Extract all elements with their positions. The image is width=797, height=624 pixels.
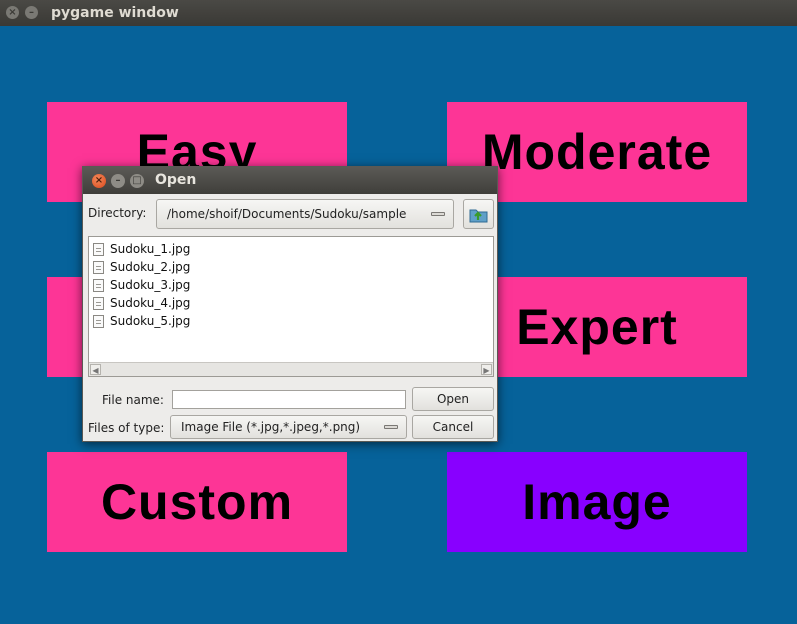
filetype-combo[interactable]: Image File (*.jpg,*.jpeg,*.png) — [170, 415, 407, 439]
dialog-titlebar: × – □ Open — [83, 167, 497, 194]
image-button[interactable]: Image — [447, 452, 747, 552]
file-name: Sudoku_5.jpg — [110, 314, 191, 328]
parent-folder-button[interactable] — [463, 199, 494, 229]
custom-button[interactable]: Custom — [47, 452, 347, 552]
filename-input[interactable] — [172, 390, 406, 409]
file-icon — [93, 260, 104, 274]
dialog-title: Open — [155, 172, 197, 188]
list-item[interactable]: Sudoku_4.jpg — [93, 294, 190, 312]
window-title: pygame window — [51, 5, 179, 21]
filetype-value: Image File (*.jpg,*.jpeg,*.png) — [181, 420, 361, 434]
dialog-close-icon[interactable]: × — [92, 174, 106, 188]
chevron-down-icon — [431, 212, 445, 216]
list-item[interactable]: Sudoku_1.jpg — [93, 240, 190, 258]
minimize-icon[interactable]: – — [25, 6, 38, 19]
file-icon — [93, 242, 104, 256]
filename-label: File name: — [102, 393, 164, 407]
file-name: Sudoku_2.jpg — [110, 260, 191, 274]
file-name: Sudoku_4.jpg — [110, 296, 191, 310]
open-dialog: × – □ Open Directory: /home/shoif/Docume… — [82, 166, 498, 442]
cancel-button[interactable]: Cancel — [412, 415, 494, 439]
scroll-right-icon[interactable]: ▶ — [481, 364, 492, 375]
directory-combo[interactable]: /home/shoif/Documents/Sudoku/sample — [156, 199, 454, 229]
file-icon — [93, 314, 104, 328]
horizontal-scrollbar[interactable]: ◀ ▶ — [89, 362, 493, 376]
file-name: Sudoku_1.jpg — [110, 242, 191, 256]
file-icon — [93, 296, 104, 310]
dialog-minimize-icon[interactable]: – — [111, 174, 125, 188]
filetype-label: Files of type: — [88, 421, 165, 435]
folder-up-icon — [469, 209, 488, 223]
directory-label: Directory: — [88, 206, 147, 220]
scroll-left-icon[interactable]: ◀ — [90, 364, 101, 375]
directory-value: /home/shoif/Documents/Sudoku/sample — [167, 207, 407, 221]
list-item[interactable]: Sudoku_3.jpg — [93, 276, 190, 294]
list-item[interactable]: Sudoku_2.jpg — [93, 258, 190, 276]
chevron-down-icon — [384, 425, 398, 429]
dialog-maximize-icon[interactable]: □ — [130, 174, 144, 188]
file-name: Sudoku_3.jpg — [110, 278, 191, 292]
file-icon — [93, 278, 104, 292]
list-item[interactable]: Sudoku_5.jpg — [93, 312, 190, 330]
window-titlebar: × – pygame window — [0, 0, 797, 26]
close-icon[interactable]: × — [6, 6, 19, 19]
file-list[interactable]: ◀ ▶ Sudoku_1.jpg Sudoku_2.jpg Sudoku_3.jpg… — [88, 236, 494, 377]
open-button[interactable]: Open — [412, 387, 494, 411]
